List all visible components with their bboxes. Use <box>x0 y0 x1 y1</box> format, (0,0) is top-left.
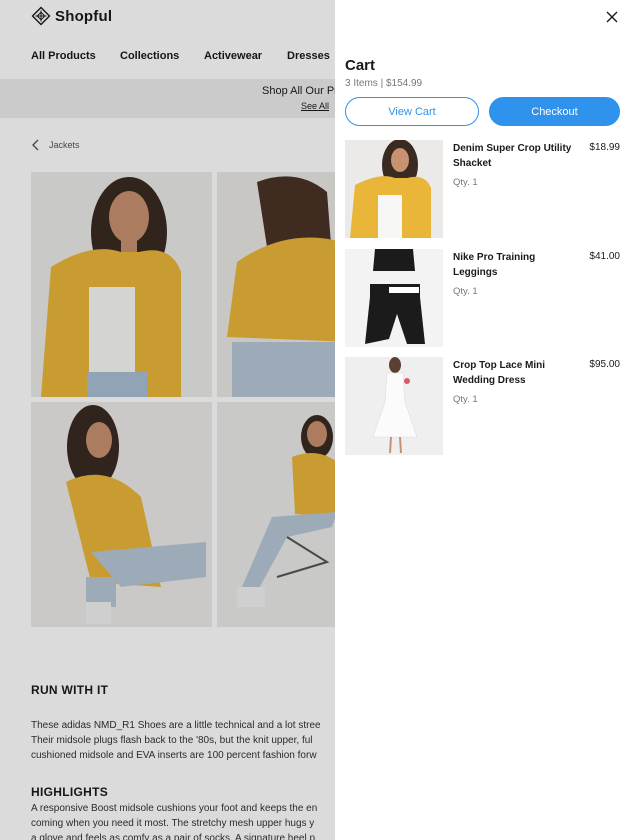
close-icon[interactable] <box>606 11 618 23</box>
cart-item-name[interactable]: Crop Top Lace Mini Wedding Dress <box>453 359 578 388</box>
cart-item-image[interactable] <box>345 357 443 455</box>
checkout-button[interactable]: Checkout <box>489 97 620 126</box>
view-cart-button[interactable]: View Cart <box>345 97 479 126</box>
cart-item: Nike Pro Training Leggings $41.00 Qty. 1 <box>345 249 620 347</box>
cart-item-name[interactable]: Denim Super Crop Utility Shacket <box>453 142 578 171</box>
cart-summary: 3 Items | $154.99 <box>345 78 423 89</box>
cart-item-price: $95.00 <box>589 359 620 370</box>
cart-item-price: $41.00 <box>589 251 620 262</box>
cart-item-price: $18.99 <box>589 142 620 153</box>
cart-item: Crop Top Lace Mini Wedding Dress $95.00 … <box>345 357 620 455</box>
cart-drawer: Cart 3 Items | $154.99 View Cart Checkou… <box>335 0 630 840</box>
cart-item-qty: Qty. 1 <box>453 286 478 297</box>
cart-item-qty: Qty. 1 <box>453 177 478 188</box>
cart-item-image[interactable] <box>345 140 443 238</box>
cart-item-image[interactable] <box>345 249 443 347</box>
cart-title: Cart <box>345 57 376 74</box>
cart-item-name[interactable]: Nike Pro Training Leggings <box>453 251 578 280</box>
cart-item: Denim Super Crop Utility Shacket $18.99 … <box>345 140 620 238</box>
cart-item-qty: Qty. 1 <box>453 394 478 405</box>
